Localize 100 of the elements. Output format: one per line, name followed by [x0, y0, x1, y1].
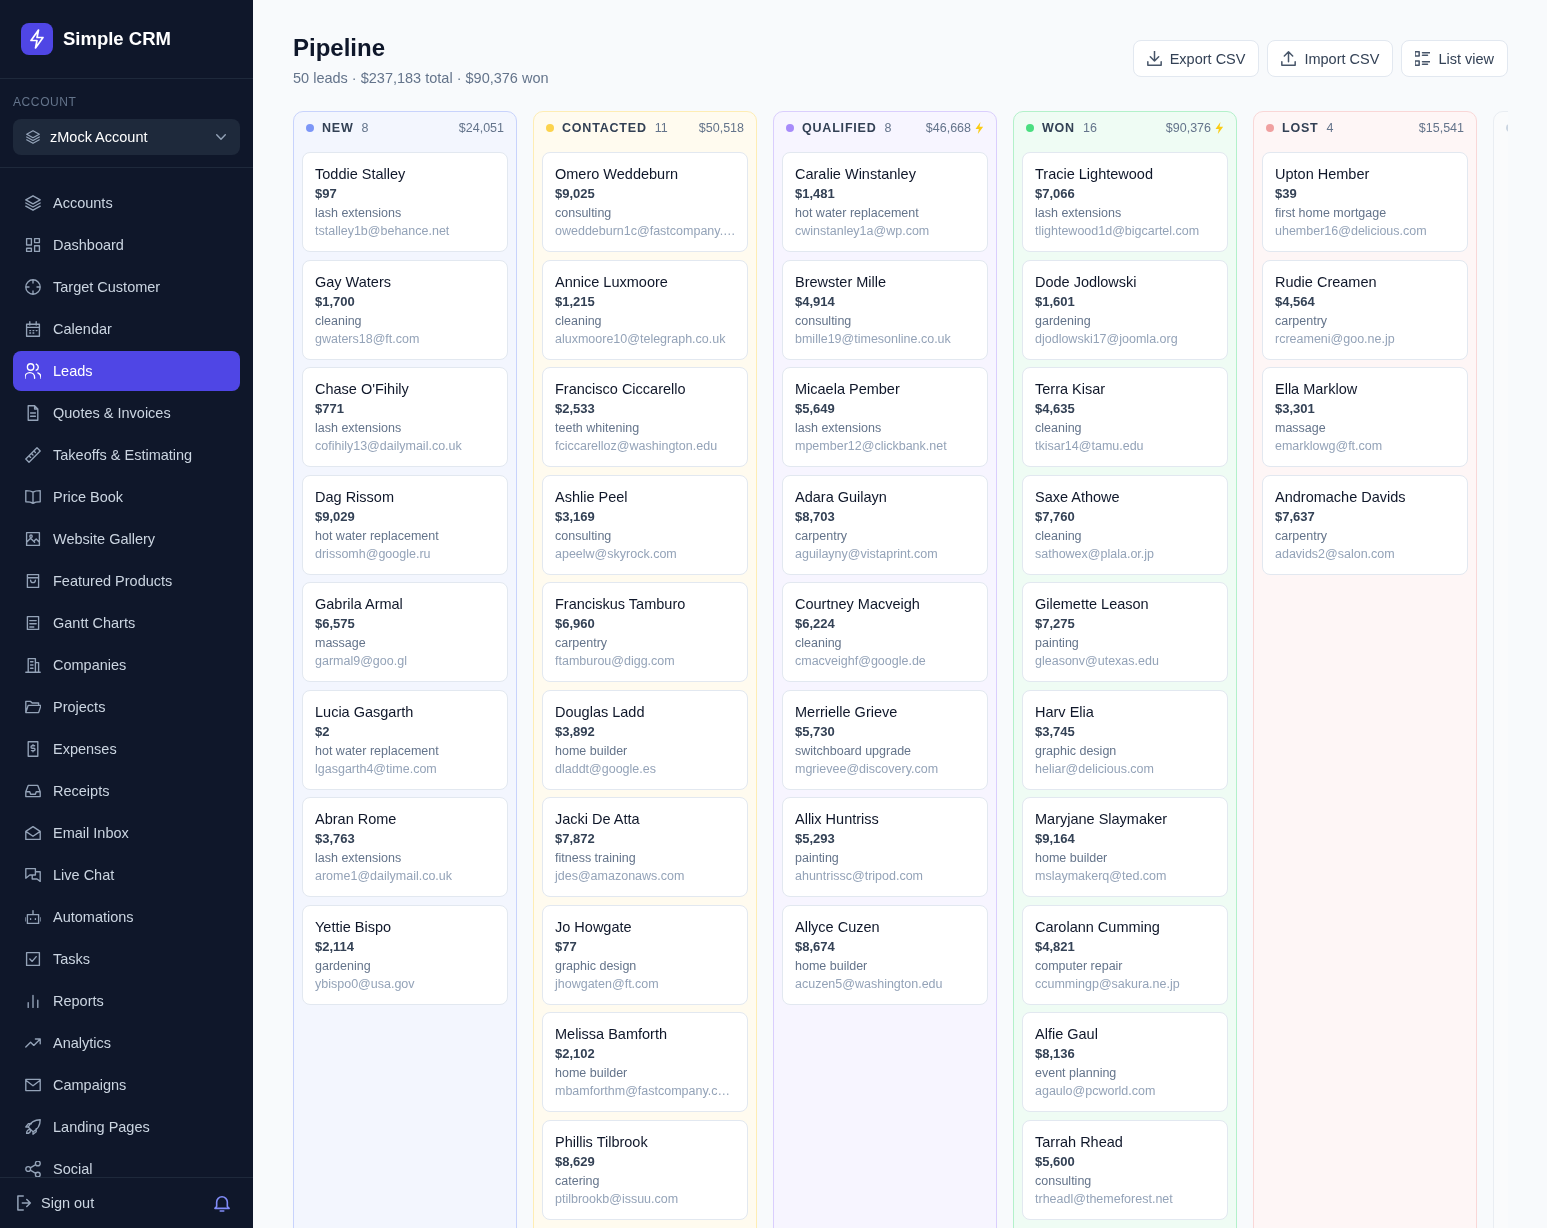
section-label: ACCOUNT	[13, 94, 77, 110]
lead-card[interactable]: Micaela Pember $5,649 lash extensions mpember12@clickbank.net	[782, 367, 988, 467]
lead-card[interactable]: Terra Kisar $4,635 cleaning tkisar14@tamu.edu	[1022, 367, 1228, 467]
lead-card[interactable]: Jo Howgate $77 graphic design jhowgaten@ft.com	[542, 904, 748, 1005]
lead-card[interactable]: Gay Waters $1,700 cleaning gwaters18@ft.com	[302, 259, 508, 360]
nav-item[interactable]: Social	[13, 1149, 240, 1177]
notification-bell-icon[interactable]	[214, 1194, 230, 1212]
list-view-button[interactable]: List view	[1401, 40, 1508, 77]
nav-item[interactable]: Receipts	[13, 771, 240, 811]
nav-item[interactable]: Tasks	[13, 939, 240, 979]
lead-card[interactable]: Courtney Macveigh $6,224 cleaning cmacveighf@google.de	[782, 582, 988, 682]
lead-value: $4,564	[1275, 292, 1315, 311]
lead-card[interactable]: Gilemette Leason $7,275 painting gleasonv@utexas.edu	[1022, 582, 1228, 682]
nav-item[interactable]: Takeoffs & Estimating	[13, 435, 240, 475]
lead-value: $5,730	[795, 722, 835, 741]
lead-card[interactable]: Merrielle Grieve $5,730 switchboard upgrade mgrievee@discovery.com	[782, 689, 988, 790]
lead-email: tstalley1b@behance.net	[315, 223, 450, 240]
lead-name: Saxe Athowe	[1035, 487, 1120, 507]
nav-item[interactable]: Reports	[13, 981, 240, 1021]
nav-item[interactable]: Gantt Charts	[13, 603, 240, 643]
lead-card[interactable]: Douglas Ladd $3,892 home builder dladdt@google.es	[542, 689, 748, 790]
lead-name: Omero Weddeburn	[555, 165, 679, 184]
lead-card[interactable]: Brewster Mille $4,914 consulting bmille19@timesonline.co.uk	[782, 259, 988, 360]
chevron-down-icon	[216, 134, 226, 140]
nav-item[interactable]: Projects	[13, 687, 240, 727]
lead-card[interactable]: Ella Marklow $3,301 massage emarklowg@ft.com	[1262, 367, 1468, 467]
nav-item[interactable]: Price Book	[13, 477, 240, 517]
lead-card[interactable]: Jacki De Atta $7,872 fitness training jdes@amazonaws.com	[542, 797, 748, 897]
lead-card[interactable]: Andromache Davids $7,637 carpentry adavids2@salon.com	[1262, 474, 1468, 575]
nav-item[interactable]: Email Inbox	[13, 813, 240, 853]
lead-card[interactable]: Caralie Winstanley $1,481 hot water replacement cwinstanley1a@wp.com	[782, 152, 988, 252]
lead-value: $4,821	[1035, 937, 1075, 956]
nav-item[interactable]: Website Gallery	[13, 519, 240, 559]
import-button[interactable]: Import CSV	[1267, 40, 1394, 77]
nav-item[interactable]: Quotes & Invoices	[13, 393, 240, 433]
lead-name: Annice Luxmoore	[555, 272, 668, 292]
column-total: $50,518	[698, 120, 744, 135]
lead-service: switchboard upgrade	[795, 742, 912, 760]
lead-card[interactable]: Tarrah Rhead $5,600 consulting trheadl@themeforest.net	[1022, 1119, 1228, 1220]
lead-card[interactable]: Alfie Gaul $8,136 event planning agaulo@pcworld.com	[1022, 1012, 1228, 1112]
lead-service: consulting	[1035, 1172, 1092, 1190]
lead-service: first home mortgage	[1275, 205, 1387, 222]
nav-item[interactable]: Analytics	[13, 1023, 240, 1063]
lead-card[interactable]: Annice Luxmoore $1,215 cleaning aluxmoore10@telegraph.co.uk	[542, 259, 748, 360]
nav-item[interactable]: Automations	[13, 897, 240, 937]
account-select[interactable]: zMock Account	[13, 119, 240, 155]
sign-out-button[interactable]: Sign out	[17, 1195, 95, 1211]
lead-card[interactable]: Franciskus Tamburo $6,960 carpentry ftamburou@digg.com	[542, 582, 748, 682]
nav-item[interactable]: Dashboard	[13, 225, 240, 265]
nav-item[interactable]: Companies	[13, 645, 240, 685]
book-icon	[25, 489, 41, 505]
lead-service: painting	[1035, 635, 1079, 652]
lead-card[interactable]: Allyce Cuzen $8,674 home builder acuzen5@washington.edu	[782, 904, 988, 1005]
lead-card[interactable]: Francisco Ciccarello $2,533 teeth whitening fciccarelloz@washington.edu	[542, 367, 748, 467]
export-button[interactable]: Export CSV	[1132, 40, 1260, 77]
nav-item[interactable]: Expenses	[13, 729, 240, 769]
lead-name: Toddie Stalley	[315, 165, 406, 184]
lead-card[interactable]: Allix Huntriss $5,293 painting ahuntrissc@tripod.com	[782, 797, 988, 897]
lead-value: $1,215	[555, 292, 595, 311]
nav-item[interactable]: Accounts	[13, 183, 240, 223]
lead-card[interactable]: Omero Weddeburn $9,025 consulting oweddeburn1c@fastcompany.…	[542, 152, 748, 252]
lead-card[interactable]: Melissa Bamforth $2,102 home builder mbamforthm@fastcompany.c…	[542, 1012, 748, 1112]
nav-item[interactable]: Calendar	[13, 309, 240, 349]
lead-name: Harv Elia	[1035, 702, 1094, 722]
lead-card[interactable]: Dode Jodlowski $1,601 gardening djodlowski17@joomla.org	[1022, 259, 1228, 360]
lead-card[interactable]: Saxe Athowe $7,760 cleaning sathowex@plala.or.jp	[1022, 474, 1228, 575]
lead-card[interactable]: Phillis Tilbrook $8,629 catering ptilbrookb@issuu.com	[542, 1119, 748, 1220]
lead-card[interactable]: Dag Rissom $9,029 hot water replacement drissomh@google.ru	[302, 474, 508, 575]
lead-count: 8	[884, 120, 892, 135]
lead-card[interactable]: Chase O'Fihily $771 lash extensions cofihily13@dailymail.co.uk	[302, 367, 508, 467]
lead-card[interactable]: Yettie Bispo $2,114 gardening ybispo0@usa.gov	[302, 904, 508, 1005]
lead-card[interactable]: Carolann Cumming $4,821 computer repair ccummingp@sakura.ne.jp	[1022, 904, 1228, 1005]
lead-card[interactable]: Lucia Gasgarth $2 hot water replacement lgasgarth4@time.com	[302, 689, 508, 790]
lead-name: Caralie Winstanley	[795, 165, 916, 184]
lead-name: Tracie Lightewood	[1035, 165, 1153, 184]
lead-email: oweddeburn1c@fastcompany.…	[555, 223, 735, 240]
lead-card[interactable]: Rudie Creamen $4,564 carpentry rcreameni@goo.ne.jp	[1262, 259, 1468, 360]
lead-service: home builder	[1035, 850, 1108, 867]
lead-card[interactable]: Abran Rome $3,763 lash extensions arome1@dailymail.co.uk	[302, 797, 508, 897]
nav-item[interactable]: Featured Products	[13, 561, 240, 601]
nav-item[interactable]: Landing Pages	[13, 1107, 240, 1147]
nav-item[interactable]: Target Customer	[13, 267, 240, 307]
lead-card[interactable]: Toddie Stalley $97 lash extensions tstalley1b@behance.net	[302, 152, 508, 252]
lead-value: $9,025	[555, 185, 595, 203]
lead-card[interactable]: Ashlie Peel $3,169 consulting apeelw@skyrock.com	[542, 474, 748, 575]
lead-card[interactable]: Adara Guilayn $8,703 carpentry aguilayny@vistaprint.com	[782, 474, 988, 575]
nav-item[interactable]: Live Chat	[13, 855, 240, 895]
lead-card[interactable]: Maryjane Slaymaker $9,164 home builder mslaymakerq@ted.com	[1022, 797, 1228, 897]
lead-name: Upton Hember	[1275, 165, 1370, 184]
lead-card[interactable]: Upton Hember $39 first home mortgage uhember16@delicious.com	[1262, 152, 1468, 252]
folder-icon	[25, 699, 41, 715]
lead-service: event planning	[1035, 1065, 1117, 1082]
nav-item[interactable]: Leads	[13, 351, 240, 391]
nav-item[interactable]: Campaigns	[13, 1065, 240, 1105]
lead-card[interactable]: Gabrila Armal $6,575 massage garmal9@goo.gl	[302, 582, 508, 682]
lead-card[interactable]: Tracie Lightewood $7,066 lash extensions tlightewood1d@bigcartel.com	[1022, 152, 1228, 252]
layers-icon	[25, 195, 41, 211]
lead-value: $5,293	[795, 830, 835, 848]
lead-name: Tarrah Rhead	[1035, 1132, 1123, 1152]
lead-card[interactable]: Harv Elia $3,745 graphic design heliar@delicious.com	[1022, 689, 1228, 790]
